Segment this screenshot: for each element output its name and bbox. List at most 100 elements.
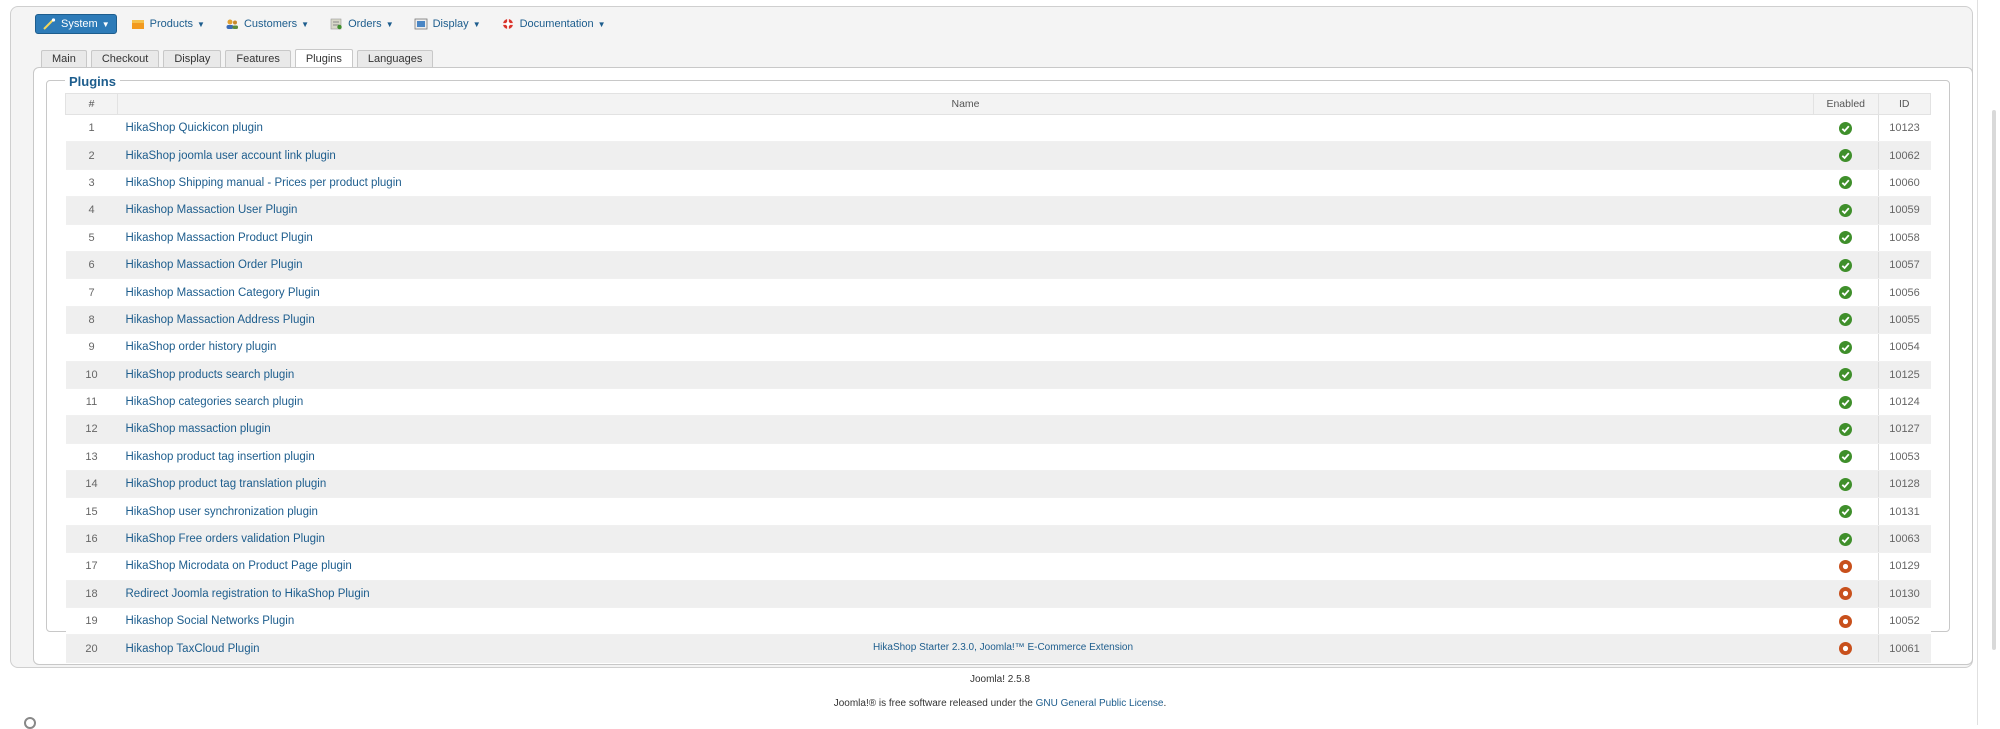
plugin-name-link[interactable]: HikaShop order history plugin — [126, 341, 277, 353]
plugin-id: 10123 — [1877, 114, 1931, 143]
plugin-name-link[interactable]: HikaShop product tag translation plugin — [126, 478, 327, 490]
menu-customers-label: Customers — [243, 18, 298, 30]
table-row: 15 HikaShop user synchronization plugin 10… — [65, 497, 1931, 526]
enabled-check-icon[interactable] — [1839, 176, 1852, 190]
menu-display[interactable]: Display ▼ — [408, 15, 487, 33]
enabled-check-icon[interactable] — [1839, 477, 1852, 491]
enabled-check-icon[interactable] — [1839, 450, 1852, 464]
plugin-name-link[interactable]: Hikashop product tag insertion plugin — [126, 451, 315, 463]
disabled-icon[interactable] — [1839, 587, 1852, 601]
plugins-table: # Name Enabled ID 1 HikaShop Quickicon pl… — [65, 93, 1931, 663]
plugin-id: 10129 — [1877, 552, 1931, 581]
table-row: 2 HikaShop joomla user account link plugi… — [65, 141, 1931, 170]
plugin-name-link[interactable]: Hikashop Massaction Category Plugin — [126, 287, 320, 299]
chevron-down-icon: ▼ — [197, 19, 205, 29]
chevron-down-icon: ▼ — [301, 19, 310, 29]
enabled-check-icon[interactable] — [1839, 395, 1852, 409]
chevron-down-icon: ▼ — [597, 19, 606, 29]
enabled-cell — [1813, 196, 1878, 225]
display-icon — [414, 18, 428, 30]
plugin-name-link[interactable]: HikaShop user synchronization plugin — [126, 506, 318, 518]
plugin-name-cell: Hikashop product tag insertion plugin — [117, 443, 1814, 472]
plugins-fieldset: Plugins # Name Enabled ID 1 HikaShop Quic… — [46, 74, 1950, 663]
plugin-name-link[interactable]: HikaShop products search plugin — [126, 369, 295, 381]
products-icon — [131, 18, 145, 30]
disabled-icon[interactable] — [1839, 614, 1852, 628]
row-number: 18 — [65, 580, 118, 609]
enabled-check-icon[interactable] — [1839, 149, 1852, 163]
page-scrollbar[interactable] — [1977, 0, 2000, 725]
plugin-name-link[interactable]: HikaShop Quickicon plugin — [126, 122, 263, 134]
menu-products[interactable]: Products ▼ — [125, 15, 211, 33]
scrollbar-thumb[interactable] — [1992, 110, 1996, 650]
tab-panel: Plugins # Name Enabled ID 1 HikaShop Quic… — [33, 67, 1973, 665]
enabled-check-icon[interactable] — [1839, 231, 1852, 245]
table-row: 9 HikaShop order history plugin 10054 — [65, 333, 1931, 362]
row-number: 8 — [65, 306, 118, 335]
table-row: 12 HikaShop massaction plugin 10127 — [65, 415, 1931, 444]
license-suffix: . — [1163, 698, 1167, 709]
license-link[interactable]: GNU General Public License — [1036, 698, 1164, 709]
table-row: 17 HikaShop Microdata on Product Page plu… — [65, 552, 1931, 581]
plugin-id: 10130 — [1877, 580, 1931, 609]
tab-checkout[interactable]: Checkout — [90, 50, 160, 68]
plugin-name-cell: HikaShop product tag translation plugin — [117, 470, 1814, 499]
plugin-name-link[interactable]: HikaShop Free orders validation Plugin — [126, 533, 325, 545]
tab-display[interactable]: Display — [163, 50, 222, 68]
plugin-name-link[interactable]: HikaShop joomla user account link plugin — [126, 150, 336, 162]
tab-main[interactable]: Main — [41, 50, 87, 68]
plugin-name-link[interactable]: HikaShop Microdata on Product Page plugi… — [126, 560, 352, 572]
enabled-cell — [1813, 552, 1878, 581]
enabled-cell — [1813, 497, 1878, 526]
plugin-name-link[interactable]: Hikashop Massaction Order Plugin — [126, 259, 303, 271]
tab-features[interactable]: Features — [225, 50, 291, 68]
plugin-name-cell: HikaShop categories search plugin — [117, 388, 1814, 417]
menu-system[interactable]: System ▼ — [35, 14, 117, 34]
plugin-name-link[interactable]: HikaShop massaction plugin — [126, 423, 271, 435]
plugin-name-link[interactable]: Hikashop Social Networks Plugin — [126, 615, 295, 627]
menu-customers[interactable]: Customers ▼ — [219, 15, 315, 33]
plugin-name-link[interactable]: HikaShop Shipping manual - Prices per pr… — [126, 177, 402, 189]
plugin-name-link[interactable]: HikaShop categories search plugin — [126, 396, 304, 408]
plugin-name-link[interactable]: Hikashop Massaction Product Plugin — [126, 232, 313, 244]
menu-orders[interactable]: Orders ▼ — [323, 15, 400, 33]
tab-plugins[interactable]: Plugins — [294, 49, 353, 68]
tab-languages[interactable]: Languages — [356, 50, 434, 68]
table-header-row: # Name Enabled ID — [65, 93, 1931, 115]
enabled-cell — [1813, 415, 1878, 444]
table-row: 16 HikaShop Free orders validation Plugin… — [65, 525, 1931, 554]
enabled-check-icon[interactable] — [1839, 258, 1852, 272]
plugin-name-cell: HikaShop Shipping manual - Prices per pr… — [117, 169, 1814, 198]
plugins-legend: Plugins — [65, 74, 120, 89]
column-header-enabled[interactable]: Enabled — [1813, 93, 1879, 115]
enabled-check-icon[interactable] — [1839, 368, 1852, 382]
disabled-icon[interactable] — [1839, 559, 1852, 573]
plugin-name-link[interactable]: Redirect Joomla registration to HikaShop… — [126, 588, 370, 600]
menu-documentation[interactable]: Documentation ▼ — [495, 15, 612, 33]
plugin-name-link[interactable]: Hikashop Massaction Address Plugin — [126, 314, 315, 326]
enabled-check-icon[interactable] — [1839, 313, 1852, 327]
enabled-check-icon[interactable] — [1839, 121, 1852, 135]
enabled-check-icon[interactable] — [1839, 203, 1852, 217]
enabled-check-icon[interactable] — [1839, 505, 1852, 519]
extension-footer[interactable]: HikaShop Starter 2.3.0, Joomla!™ E-Comme… — [34, 642, 1972, 653]
enabled-check-icon[interactable] — [1839, 532, 1852, 546]
plugin-name-cell: Hikashop Massaction Category Plugin — [117, 278, 1814, 307]
enabled-cell — [1813, 361, 1878, 389]
row-number: 10 — [65, 361, 118, 389]
row-number: 12 — [65, 415, 118, 444]
enabled-cell — [1813, 580, 1878, 609]
plugin-id: 10059 — [1877, 196, 1931, 225]
enabled-check-icon[interactable] — [1839, 286, 1852, 300]
license-prefix: Joomla!® is free software released under… — [833, 698, 1036, 709]
row-number: 3 — [65, 169, 118, 198]
enabled-check-icon[interactable] — [1839, 340, 1852, 354]
chevron-down-icon: ▼ — [472, 19, 481, 29]
enabled-check-icon[interactable] — [1839, 422, 1852, 436]
plugin-name-link[interactable]: Hikashop Massaction User Plugin — [126, 204, 298, 216]
plugin-name-cell: Hikashop Massaction Order Plugin — [117, 251, 1814, 280]
plugin-id: 10057 — [1877, 251, 1931, 280]
row-number: 11 — [65, 388, 118, 417]
row-number: 13 — [65, 443, 118, 472]
plugin-id: 10062 — [1877, 141, 1931, 170]
